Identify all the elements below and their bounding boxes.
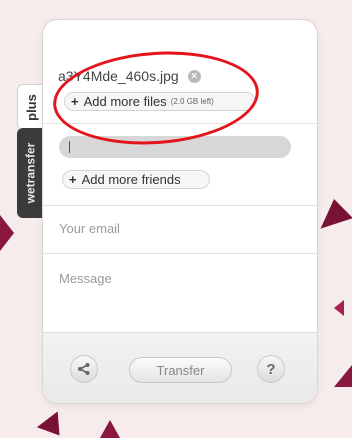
tab-wetransfer[interactable]: wetransfer [17,128,43,218]
decor-triangle [0,215,14,251]
files-section: a3Y4Mde_460s.jpg × + Add more files (2.0… [43,20,317,124]
your-email-field[interactable]: Your email [43,206,317,254]
decor-triangle [334,365,352,387]
add-more-files-label: Add more files [83,94,167,109]
file-name: a3Y4Mde_460s.jpg [58,68,179,84]
add-more-friends-button[interactable]: + Add more friends [62,170,210,189]
share-icon [78,363,90,375]
message-field[interactable]: Message [43,254,317,332]
decor-triangle [313,195,352,229]
transfer-button[interactable]: Transfer [129,357,232,383]
decor-triangle [334,300,344,316]
tab-plus[interactable]: plus [17,84,44,130]
text-caret [69,141,70,153]
tab-plus-label: plus [23,93,39,121]
friends-section: + Add more friends [43,124,317,206]
message-placeholder: Message [59,271,112,286]
share-button[interactable] [70,355,98,383]
add-more-friends-label: Add more friends [81,172,181,187]
decor-triangle [36,406,68,436]
close-icon[interactable]: × [187,69,201,83]
tab-wetransfer-label: wetransfer [23,142,38,204]
help-button[interactable]: ? [257,355,285,383]
friend-email-input[interactable] [59,136,291,158]
decor-triangle [100,420,120,438]
transfer-panel: a3Y4Mde_460s.jpg × + Add more files (2.0… [43,20,317,403]
plus-icon: + [69,172,77,187]
plus-icon: + [71,94,79,109]
storage-quota: (2.0 GB left) [170,97,214,106]
add-more-files-button[interactable]: + Add more files (2.0 GB left) [64,92,256,111]
file-item: a3Y4Mde_460s.jpg × [58,68,201,84]
email-placeholder: Your email [59,221,120,236]
panel-footer: Transfer ? [43,332,317,403]
